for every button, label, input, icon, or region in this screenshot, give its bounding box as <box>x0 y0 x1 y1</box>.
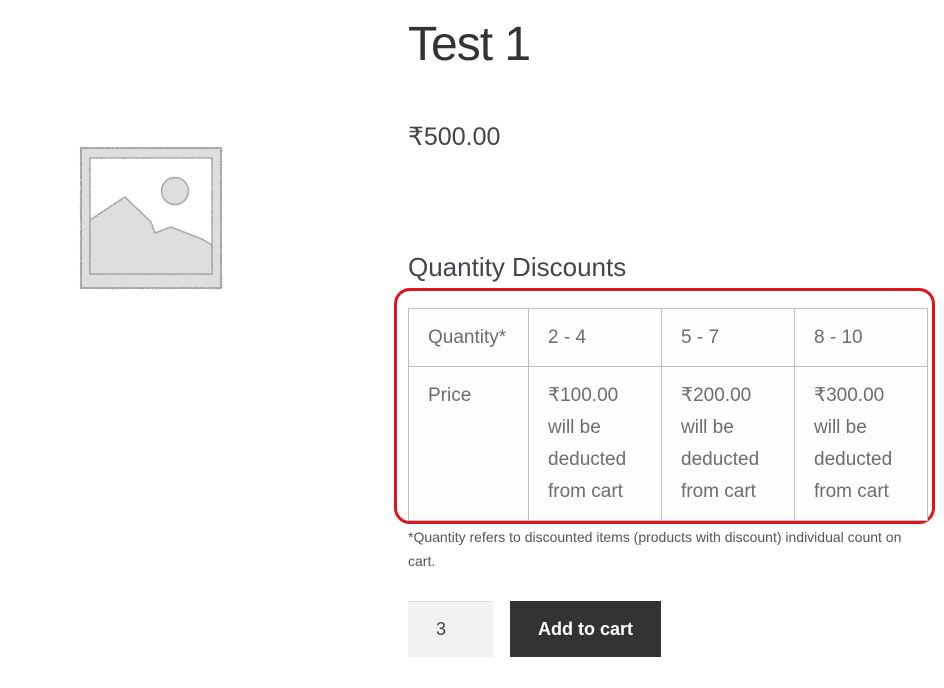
quantity-range-cell: 2 - 4 <box>528 308 662 367</box>
discount-text-line: will be <box>681 417 734 438</box>
discount-text-line: deducted <box>814 449 893 470</box>
quantity-discounts-heading: Quantity Discounts <box>408 252 627 282</box>
image-placeholder-icon <box>80 147 222 289</box>
quantity-range-cell: 8 - 10 <box>794 308 928 367</box>
discount-text-line: will be <box>814 417 867 438</box>
quantity-input[interactable] <box>408 601 493 657</box>
discount-text-line: deducted <box>548 449 627 470</box>
price-row: Price ₹100.00 will be deducted from cart… <box>408 366 928 521</box>
quantity-range-cell: 5 - 7 <box>661 308 795 367</box>
add-to-cart-button[interactable]: Add to cart <box>510 601 661 657</box>
quantity-discount-table: Quantity* 2 - 4 5 - 7 8 - 10 Price ₹100.… <box>408 308 928 521</box>
discount-text-line: from cart <box>548 481 623 502</box>
price-discount-cell: ₹200.00 will be deducted from cart <box>661 366 795 521</box>
price-discount-cell: ₹300.00 will be deducted from cart <box>794 366 928 521</box>
price-label-cell: Price <box>408 366 529 521</box>
quantity-label-cell: Quantity* <box>408 308 529 367</box>
product-title: Test 1 <box>408 18 531 71</box>
discount-text-line: deducted <box>681 449 760 470</box>
discount-amount: ₹200.00 <box>681 385 752 406</box>
product-page: Test 1 ₹500.00 Quantity Discounts Quanti… <box>0 0 944 688</box>
discount-text-line: from cart <box>814 481 889 502</box>
product-price: ₹500.00 <box>408 123 501 151</box>
discount-text-line: will be <box>548 417 601 438</box>
quantity-row: Quantity* 2 - 4 5 - 7 8 - 10 <box>408 308 928 367</box>
quantity-footnote: *Quantity refers to discounted items (pr… <box>408 529 902 569</box>
price-discount-cell: ₹100.00 will be deducted from cart <box>528 366 662 521</box>
discount-text-line: from cart <box>681 481 756 502</box>
discount-amount: ₹300.00 <box>814 385 885 406</box>
discount-amount: ₹100.00 <box>548 385 619 406</box>
